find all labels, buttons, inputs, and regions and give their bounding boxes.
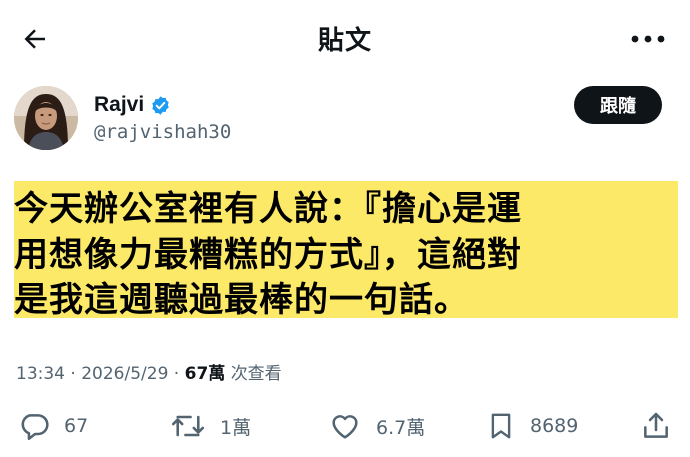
tweet-text: 今天辦公室裡有人說：『擔心是運 用想像力最糟糕的方式』，這絕對 是我這週聽過最棒… [14,181,678,320]
reply-count: 67 [64,415,89,437]
meta-separator: · [65,364,82,384]
bookmark-count: 8689 [530,415,579,437]
views-count: 67萬 [184,364,226,384]
like-count: 6.7萬 [376,416,426,439]
tweet-text-line: 是我這週聽過最棒的一句話。 [14,280,469,320]
more-horizontal-icon [631,35,665,43]
author-name[interactable]: Rajvi [94,93,144,117]
like-button[interactable]: 6.7萬 [328,408,425,444]
page-title: 貼文 [317,26,372,56]
retweet-count: 1萬 [220,416,252,439]
reply-icon [21,414,49,441]
share-icon [644,412,668,438]
meta-separator: · [168,364,185,384]
follow-button[interactable]: 跟隨 [574,86,662,124]
tweet-meta: 13:34 · 2026/5/29 · 67萬 次查看 [16,359,282,384]
top-bar: 貼文 [0,0,690,78]
author-name-row: Rajvi [94,93,171,117]
verified-badge-icon [152,95,169,115]
share-button[interactable] [640,408,672,444]
tweet-date[interactable]: 2026/5/29 [81,364,168,384]
tweet-text-line: 用想像力最糟糕的方式』，這絕對 [14,235,522,275]
author-handle[interactable]: @rajvishah30 [94,121,231,143]
post-page: 貼文 Rajvi @rajvishah30 跟隨 今天辦公室裡有人說：『擔心是運… [0,0,690,457]
views-label: 次查看 [230,364,282,384]
more-options-button[interactable] [628,28,668,50]
avatar[interactable] [14,86,78,150]
retweet-button[interactable]: 1萬 [170,408,251,444]
tweet-text-line: 今天辦公室裡有人說：『擔心是運 [14,189,522,229]
retweet-icon [171,415,205,437]
profile-photo [14,86,78,150]
bookmark-button[interactable]: 8689 [486,408,578,444]
reply-button[interactable]: 67 [18,408,88,444]
heart-icon [332,415,358,439]
tweet-time[interactable]: 13:34 [16,364,65,384]
bookmark-icon [491,413,511,439]
